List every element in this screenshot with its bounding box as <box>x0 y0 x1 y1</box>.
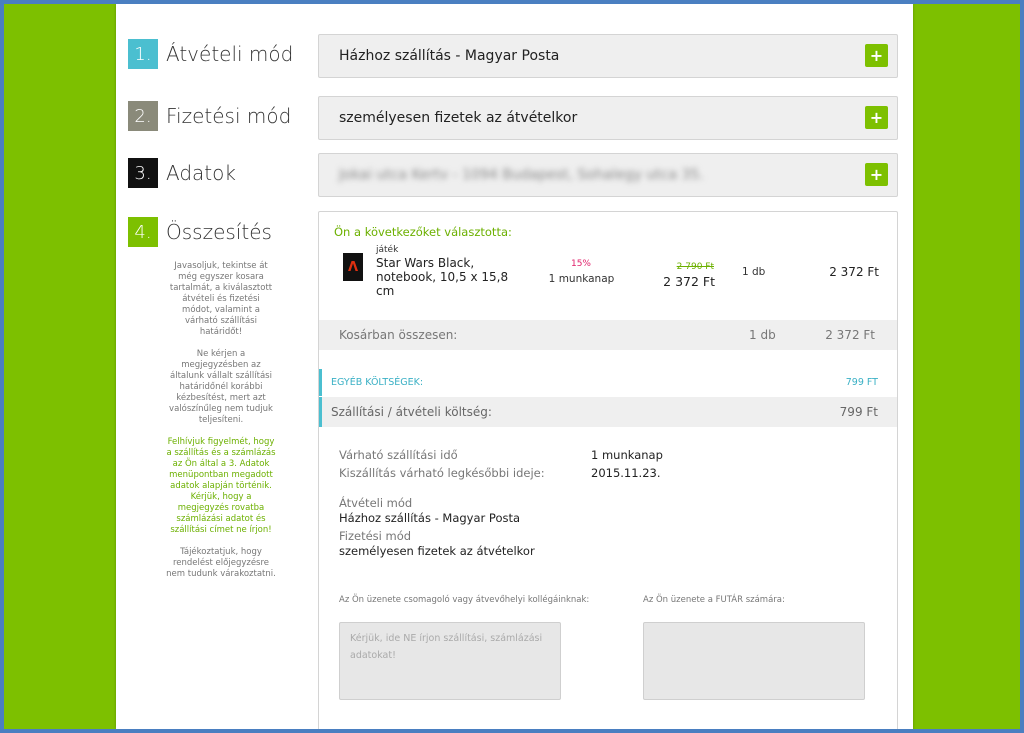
payment-mode-label: Fizetési mód <box>339 529 412 543</box>
background-frame: 1. Átvételi mód 2. Fizetési mód 3. Adato… <box>4 4 1020 729</box>
side-note: Tájékoztatjuk, hogy rendelést előjegyzés… <box>166 547 276 579</box>
delivery-mode-label: Átvételi mód <box>339 496 413 510</box>
shipping-cost-row: Szállítási / átvételi költség: 799 Ft <box>319 397 897 427</box>
step-label: Fizetési mód <box>166 104 292 128</box>
product-delivery-time: 1 munkanap <box>548 273 615 285</box>
earliest-delivery-value: 2015.11.23. <box>591 466 661 480</box>
delivery-selection-value: Házhoz szállítás - Magyar Posta <box>339 48 560 64</box>
packer-message-input[interactable]: Kérjük, ide NE írjon szállítási, számláz… <box>339 622 561 700</box>
packer-message-label: Az Ön üzenete csomagoló vagy átvevőhelyi… <box>339 595 590 605</box>
courier-message-label: Az Ön üzenete a FUTÁR számára: <box>643 595 785 605</box>
payment-selection[interactable]: személyesen fizetek az átvételkor + <box>318 96 898 140</box>
product-category: játék <box>376 245 399 255</box>
step-label: Összesítés <box>166 220 272 244</box>
basket-total-sum: 2 372 Ft <box>825 328 875 342</box>
step-label: Adatok <box>166 161 236 185</box>
summary-title: Ön a következőket választotta: <box>334 225 512 239</box>
delivery-mode-value: Házhoz szállítás - Magyar Posta <box>339 511 521 525</box>
shipping-cost-label: Szállítási / átvételi költség: <box>331 405 492 419</box>
step-payment[interactable]: 2. Fizetési mód <box>128 101 291 131</box>
step-number: 2. <box>128 101 158 131</box>
product-total: 2 372 Ft <box>829 265 879 279</box>
other-costs-label: EGYÉB KÖLTSÉGEK: <box>331 377 424 388</box>
expected-delivery-label: Várható szállítási idő <box>339 448 458 462</box>
plus-icon: + <box>869 108 884 127</box>
other-costs-row: EGYÉB KÖLTSÉGEK: 799 FT <box>319 369 897 396</box>
step-label: Átvételi mód <box>166 42 294 66</box>
side-note: Javasoljuk, tekintse át még egyszer kosa… <box>169 261 273 337</box>
address-selection[interactable]: Jokai utca Kertv - 1094 Budapest, Sohale… <box>318 153 898 197</box>
step-number: 4. <box>128 217 158 247</box>
delivery-selection[interactable]: Házhoz szállítás - Magyar Posta + <box>318 34 898 78</box>
side-notes: Javasoljuk, tekintse át még egyszer kosa… <box>166 261 276 591</box>
product-name[interactable]: Star Wars Black, notebook, 10,5 x 15,8 c… <box>376 256 516 298</box>
step-number: 1. <box>128 39 158 69</box>
expand-payment-button[interactable]: + <box>865 106 888 129</box>
payment-selection-value: személyesen fizetek az átvételkor <box>339 110 578 126</box>
address-selection-value: Jokai utca Kertv - 1094 Budapest, Sohale… <box>339 167 704 183</box>
plus-icon: + <box>869 46 884 65</box>
earliest-delivery-label: Kiszállítás várható legkésőbbi ideje: <box>339 466 545 480</box>
product-quantity: 1 db <box>742 266 766 278</box>
step-data[interactable]: 3. Adatok <box>128 158 236 188</box>
expand-delivery-button[interactable]: + <box>865 44 888 67</box>
basket-total-row: Kosárban összesen: 1 db 2 372 Ft <box>319 320 897 350</box>
courier-message-input[interactable] <box>643 622 865 700</box>
order-summary: Ön a következőket választotta: Λ játék S… <box>318 211 898 729</box>
expand-address-button[interactable]: + <box>865 163 888 186</box>
payment-mode-value: személyesen fizetek az átvételkor <box>339 544 535 558</box>
other-costs-value: 799 FT <box>845 377 878 388</box>
checkout-page: 1. Átvételi mód 2. Fizetési mód 3. Adato… <box>116 4 913 729</box>
product-discount: 15% <box>570 259 591 269</box>
basket-total-label: Kosárban összesen: <box>339 328 458 342</box>
step-delivery[interactable]: 1. Átvételi mód <box>128 39 293 69</box>
side-note: Ne kérjen a megjegyzésben az általunk vá… <box>169 349 273 425</box>
side-note-warning: Felhívjuk figyelmét, hogy a szállítás és… <box>166 437 276 535</box>
shipping-cost-value: 799 Ft <box>839 405 878 419</box>
step-summary[interactable]: 4. Összesítés <box>128 217 272 247</box>
product-old-price: 2 790 Ft <box>676 262 714 272</box>
book-cover-icon[interactable]: Λ <box>343 253 363 281</box>
product-price: 2 372 Ft <box>663 274 715 289</box>
basket-total-qty: 1 db <box>749 328 776 342</box>
step-number: 3. <box>128 158 158 188</box>
plus-icon: + <box>869 165 884 184</box>
expected-delivery-value: 1 munkanap <box>591 448 663 462</box>
